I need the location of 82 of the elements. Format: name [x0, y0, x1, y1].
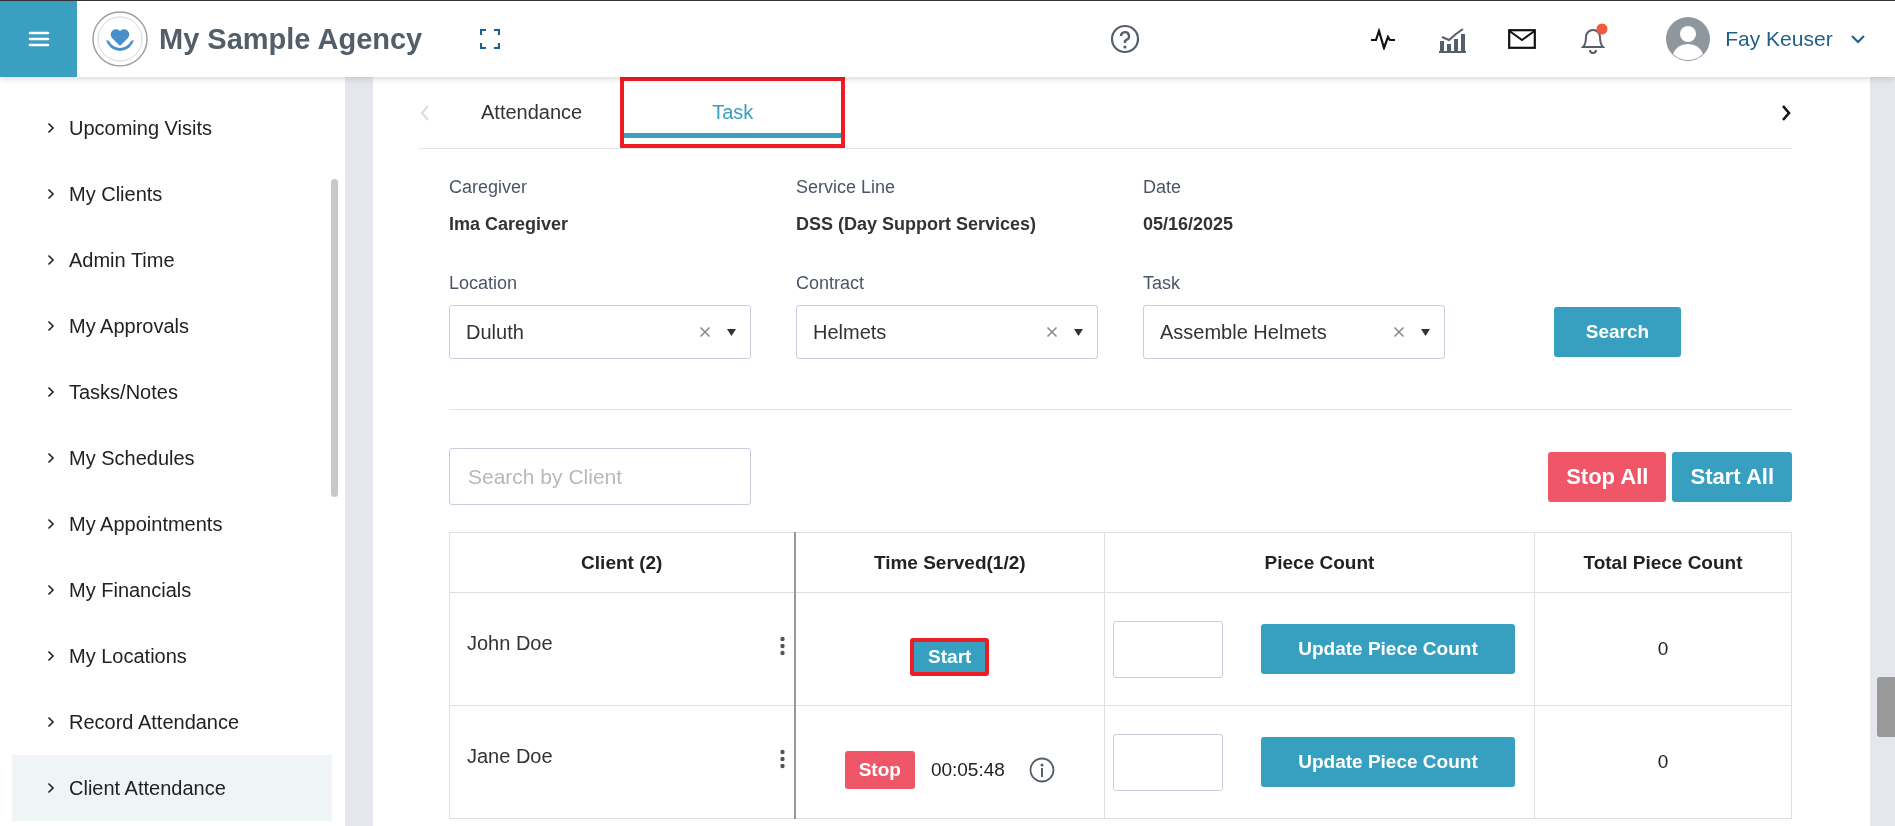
- more-options-icon[interactable]: [779, 636, 785, 656]
- field-label: Date: [1143, 177, 1183, 199]
- field-value: 05/16/2025: [1143, 214, 1235, 235]
- sidebar-item-label: Upcoming Visits: [69, 116, 213, 140]
- sidebar-item-label: My Approvals: [69, 314, 190, 338]
- clear-icon[interactable]: [1393, 326, 1405, 338]
- total-piece-count: 0: [1657, 751, 1669, 772]
- tab[interactable]: Attendance: [459, 77, 605, 148]
- mail-icon[interactable]: [1508, 29, 1537, 49]
- piece-count-field[interactable]: [1113, 620, 1223, 678]
- info-icon[interactable]: [1028, 757, 1055, 783]
- menu-button[interactable]: [0, 1, 77, 77]
- caret-down-icon[interactable]: [727, 328, 736, 336]
- dropdown-field[interactable]: Assemble Helmets: [1143, 305, 1445, 359]
- sidebar-item[interactable]: Client Attendance: [12, 755, 332, 821]
- elapsed-time: 00:05:48: [930, 759, 1005, 781]
- chevron-right-icon: [47, 254, 55, 266]
- clear-icon[interactable]: [1046, 326, 1058, 338]
- help-icon[interactable]: [1110, 24, 1141, 54]
- chevron-right-icon: [47, 188, 55, 200]
- chevron-right-icon: [47, 320, 55, 332]
- chevron-right-icon: [47, 386, 55, 398]
- chevron-right-icon: [47, 122, 55, 134]
- sidebar-item[interactable]: My Approvals: [12, 293, 332, 359]
- column-header: Piece Count: [1104, 532, 1535, 593]
- field-label: Caregiver: [449, 177, 529, 199]
- field-label: Contract: [796, 273, 866, 295]
- chevron-right-icon: [47, 584, 55, 596]
- sidebar-item[interactable]: Upcoming Visits: [12, 95, 332, 161]
- column-header: Time Served(1/2): [794, 532, 1105, 593]
- chevron-down-icon[interactable]: [1850, 34, 1865, 44]
- sidebar-item[interactable]: Admin Time: [12, 227, 332, 293]
- chart-icon[interactable]: [1438, 25, 1467, 53]
- user-name[interactable]: Fay Keuser: [1725, 27, 1833, 51]
- sidebar-item-label: Record Attendance: [69, 710, 240, 734]
- field-value: Ima Caregiver: [449, 214, 570, 235]
- sidebar-item-label: My Appointments: [69, 512, 223, 536]
- clear-icon[interactable]: [699, 326, 711, 338]
- sidebar-item[interactable]: My Schedules: [12, 425, 332, 491]
- field-label: Location: [449, 273, 519, 295]
- sidebar-item[interactable]: Record Attendance: [12, 689, 332, 755]
- caret-down-icon[interactable]: [1421, 328, 1430, 336]
- field-label: Service Line: [796, 177, 897, 199]
- piece-count-field[interactable]: [1113, 733, 1223, 791]
- dropdown-field[interactable]: Duluth: [449, 305, 751, 359]
- chevron-right-icon: [47, 650, 55, 662]
- chevron-right-icon: [47, 452, 55, 464]
- bell-icon[interactable]: [1578, 23, 1609, 55]
- sidebar-item[interactable]: My Appointments: [12, 491, 332, 557]
- chevron-right-icon: [47, 716, 55, 728]
- sidebar-item-label: Admin Time: [69, 248, 175, 272]
- sidebar-item[interactable]: My Financials: [12, 557, 332, 623]
- chevron-right-icon: [47, 518, 55, 530]
- sidebar-item-label: My Financials: [69, 578, 192, 602]
- chevron-right-icon: [47, 782, 55, 794]
- dropdown-field[interactable]: Helmets: [796, 305, 1098, 359]
- fullscreen-icon[interactable]: [480, 29, 501, 49]
- client-name: Jane Doe: [467, 745, 553, 768]
- client-name: John Doe: [467, 632, 553, 655]
- column-header: Total Piece Count: [1534, 532, 1792, 593]
- activity-icon[interactable]: [1370, 28, 1397, 50]
- sidebar-item-label: My Clients: [69, 182, 163, 206]
- logo-icon: [91, 10, 149, 68]
- sidebar-item-label: Client Attendance: [69, 776, 226, 800]
- field-value: DSS (Day Support Services): [796, 214, 1038, 235]
- avatar-icon[interactable]: [1665, 16, 1712, 62]
- column-header: Client (2): [449, 532, 795, 593]
- sidebar-item[interactable]: My Clients: [12, 161, 332, 227]
- sidebar-item[interactable]: Tasks/Notes: [12, 359, 332, 425]
- sidebar-item[interactable]: My Locations: [12, 623, 332, 689]
- caret-down-icon[interactable]: [1074, 328, 1083, 336]
- more-options-icon[interactable]: [779, 749, 785, 769]
- client-search-field[interactable]: Search by Client: [449, 448, 751, 505]
- chevron-right-icon[interactable]: [1780, 103, 1792, 122]
- sidebar-item-label: My Schedules: [69, 446, 195, 470]
- field-label: Task: [1143, 273, 1181, 295]
- agency-name: My Sample Agency: [159, 22, 423, 56]
- total-piece-count: 0: [1657, 638, 1669, 659]
- menu-icon: [27, 30, 50, 48]
- sidebar-item-label: Tasks/Notes: [69, 380, 178, 404]
- sidebar-item-label: My Locations: [69, 644, 187, 668]
- scrollbar-thumb[interactable]: [331, 179, 338, 497]
